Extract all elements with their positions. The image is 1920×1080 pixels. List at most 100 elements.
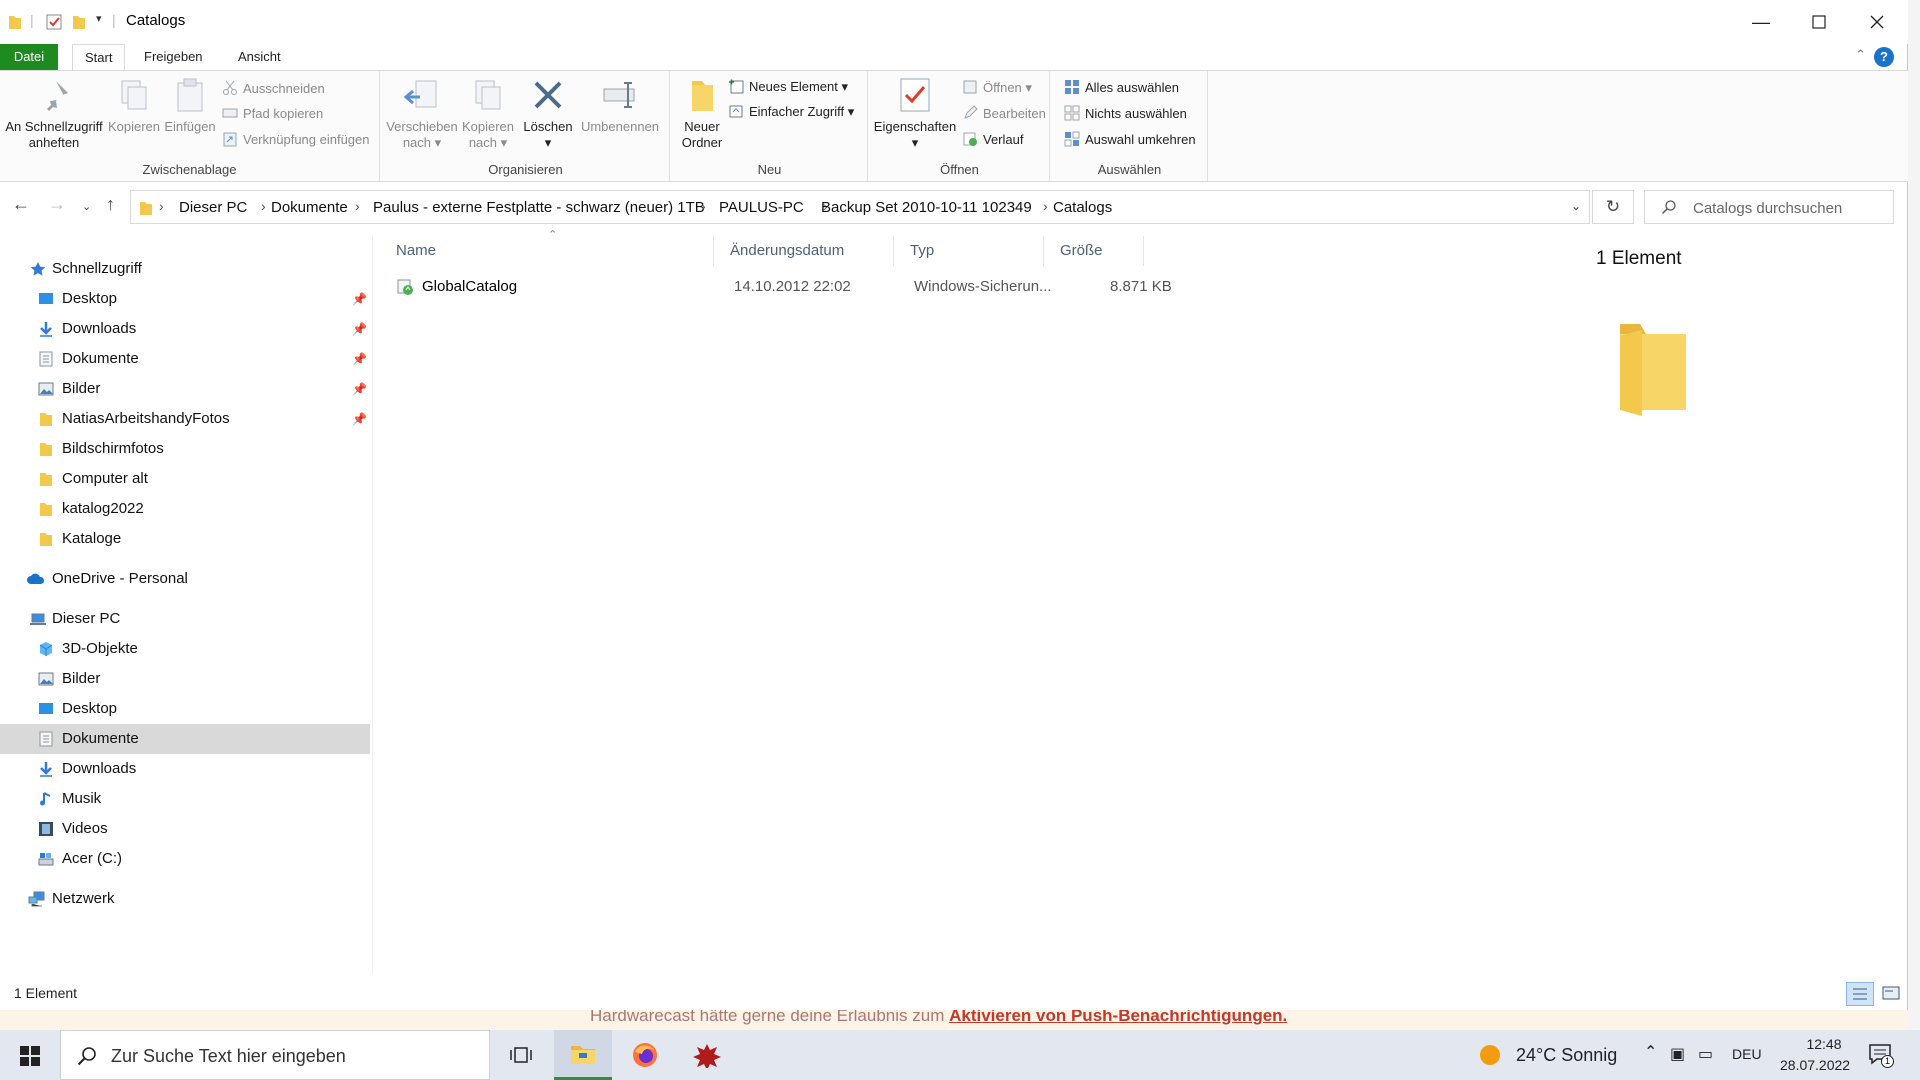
column-header-name[interactable]: Name [380,236,714,266]
battery-icon[interactable]: ▭ [1698,1044,1713,1064]
nav-pc-downloads[interactable]: Downloads [0,754,370,784]
close-button[interactable] [1848,0,1906,44]
paste-button[interactable]: Einfügen [162,75,218,135]
nav-quick-downloads[interactable]: Downloads 📌 [0,314,370,344]
maximize-button[interactable] [1790,0,1848,44]
details-view-button[interactable] [1846,982,1874,1006]
nav-quick-access[interactable]: Schnellzugriff [0,254,370,284]
nav-quick-natiasarbeitshandyfotos[interactable]: NatiasArbeitshandyFotos 📌 [0,404,370,434]
notification-center-button[interactable]: 1 [1868,1042,1894,1068]
push-notice-link[interactable]: Aktivieren von Push-Benachrichtigungen. [949,1010,1287,1025]
new-folder-quick-icon[interactable] [72,14,86,30]
properties-quick-icon[interactable] [46,14,62,30]
copy-to-button[interactable]: Kopieren nach ▾ [458,75,518,151]
collapse-ribbon-icon[interactable]: ⌃ [1855,47,1866,63]
select-none-button[interactable]: Nichts auswählen [1064,103,1187,125]
breadcrumb-item[interactable]: Backup Set 2010-10-11 102349 [821,199,1032,216]
back-button[interactable]: ← [12,194,30,215]
address-dropdown-icon[interactable]: ⌄ [1571,199,1581,213]
taskbar-search-box[interactable]: Zur Suche Text hier eingeben [60,1030,490,1080]
copy-path-button[interactable]: Pfad kopieren [222,103,323,125]
search-box[interactable] [1644,190,1894,224]
customize-quick-access-icon[interactable]: ▾ [96,12,102,25]
minimize-button[interactable]: — [1732,0,1790,44]
tab-freigeben[interactable]: Freigeben [132,44,215,70]
meeting-camera-icon[interactable]: ▣ [1670,1044,1685,1064]
invert-selection-button[interactable]: Auswahl umkehren [1064,129,1196,151]
move-to-button[interactable]: Verschieben nach ▾ [386,75,458,151]
delete-button[interactable]: Löschen ▾ [522,75,574,151]
sun-icon[interactable] [1480,1045,1500,1065]
nav-pc-acer-c[interactable]: Acer (C:) [0,844,370,874]
help-icon[interactable]: ? [1874,47,1894,67]
column-header-size[interactable]: Größe [1044,236,1144,266]
breadcrumb-item-current[interactable]: Catalogs [1053,199,1112,216]
cut-button[interactable]: Ausschneiden [222,78,325,100]
tab-datei[interactable]: Datei [0,44,58,70]
paste-shortcut-button[interactable]: Verknüpfung einfügen [222,129,370,151]
file-row[interactable]: GlobalCatalog 14.10.2012 22:02 Windows-S… [396,272,1396,302]
language-indicator[interactable]: DEU [1732,1046,1762,1062]
pin-quick-access-button[interactable]: An Schnellzugriff anheften [4,75,104,151]
background-scrollbar[interactable] [1908,0,1920,1030]
breadcrumb-separator[interactable]: › [1043,198,1048,214]
nav-network[interactable]: Netzwerk [0,884,370,914]
taskbar-app-red[interactable] [678,1030,736,1080]
breadcrumb-item[interactable]: Dieser PC [179,199,247,216]
taskbar-file-explorer[interactable] [554,1030,612,1080]
nav-quick-katalog2022[interactable]: katalog2022 [0,494,370,524]
weather-text[interactable]: 24°C Sonnig [1516,1045,1617,1066]
copy-button[interactable]: Kopieren [104,75,164,135]
up-button[interactable]: ↑ [106,194,115,215]
breadcrumb-separator[interactable]: › [261,198,266,214]
nav-quick-bildschirmfotos[interactable]: Bildschirmfotos [0,434,370,464]
nav-quick-computer-alt[interactable]: Computer alt [0,464,370,494]
pane-divider[interactable] [372,236,373,974]
breadcrumb-separator[interactable]: › [355,198,360,214]
edit-button[interactable]: Bearbeiten [962,103,1046,125]
breadcrumb-item[interactable]: PAULUS-PC [719,199,804,216]
nav-label: Netzwerk [52,890,115,907]
nav-this-pc[interactable]: Dieser PC [0,604,370,634]
nav-pc-videos[interactable]: Videos [0,814,370,844]
nav-onedrive[interactable]: OneDrive - Personal [0,564,370,594]
tab-ansicht[interactable]: Ansicht [226,44,293,70]
new-item-button[interactable]: Neues Element ▾ [728,76,848,98]
breadcrumb-separator[interactable]: › [701,198,706,214]
large-icons-view-button[interactable] [1878,982,1904,1006]
rename-button[interactable]: Umbenennen [578,75,662,135]
select-all-button[interactable]: Alles auswählen [1064,77,1179,99]
search-input[interactable] [1693,197,1883,219]
refresh-button[interactable]: ↻ [1592,190,1634,224]
breadcrumb-item[interactable]: Dokumente [271,199,348,216]
start-button[interactable] [0,1030,58,1080]
nav-quick-desktop[interactable]: Desktop 📌 [0,284,370,314]
history-button[interactable]: Verlauf [962,129,1023,151]
column-header-date[interactable]: Änderungsdatum [714,236,894,266]
nav-label: Computer alt [62,470,148,487]
task-view-button[interactable] [492,1030,550,1080]
tab-start[interactable]: Start [72,44,126,71]
taskbar-firefox[interactable] [616,1030,674,1080]
nav-quick-kataloge[interactable]: Kataloge [0,524,370,554]
nav-pc-3d-objekte[interactable]: 3D-Objekte [0,634,370,664]
recent-locations-button[interactable]: ⌄ [82,200,91,213]
breadcrumb-item[interactable]: Paulus - externe Festplatte - schwarz (n… [373,199,705,216]
forward-button[interactable]: → [48,194,66,215]
open-button[interactable]: Öffnen ▾ [962,77,1032,99]
show-hidden-icons-icon[interactable]: ⌃ [1644,1042,1657,1062]
nav-pc-desktop[interactable]: Desktop [0,694,370,724]
nav-pc-dokumente[interactable]: Dokumente [0,724,370,754]
column-header-type[interactable]: Typ [894,236,1044,266]
nav-quick-dokumente[interactable]: Dokumente 📌 [0,344,370,374]
clock-time[interactable]: 12:48 [1794,1036,1854,1052]
easy-access-button[interactable]: Einfacher Zugriff ▾ [728,101,854,123]
nav-pc-musik[interactable]: Musik [0,784,370,814]
nav-quick-bilder[interactable]: Bilder 📌 [0,374,370,404]
clock-date[interactable]: 28.07.2022 [1780,1057,1850,1073]
breadcrumb-separator[interactable]: › [159,198,164,214]
new-folder-button[interactable]: Neuer Ordner [674,75,730,151]
nav-pc-bilder[interactable]: Bilder [0,664,370,694]
properties-button[interactable]: Eigenschaften ▾ [872,75,958,151]
address-bar[interactable]: › Dieser PC › Dokumente › Paulus - exter… [130,190,1590,224]
